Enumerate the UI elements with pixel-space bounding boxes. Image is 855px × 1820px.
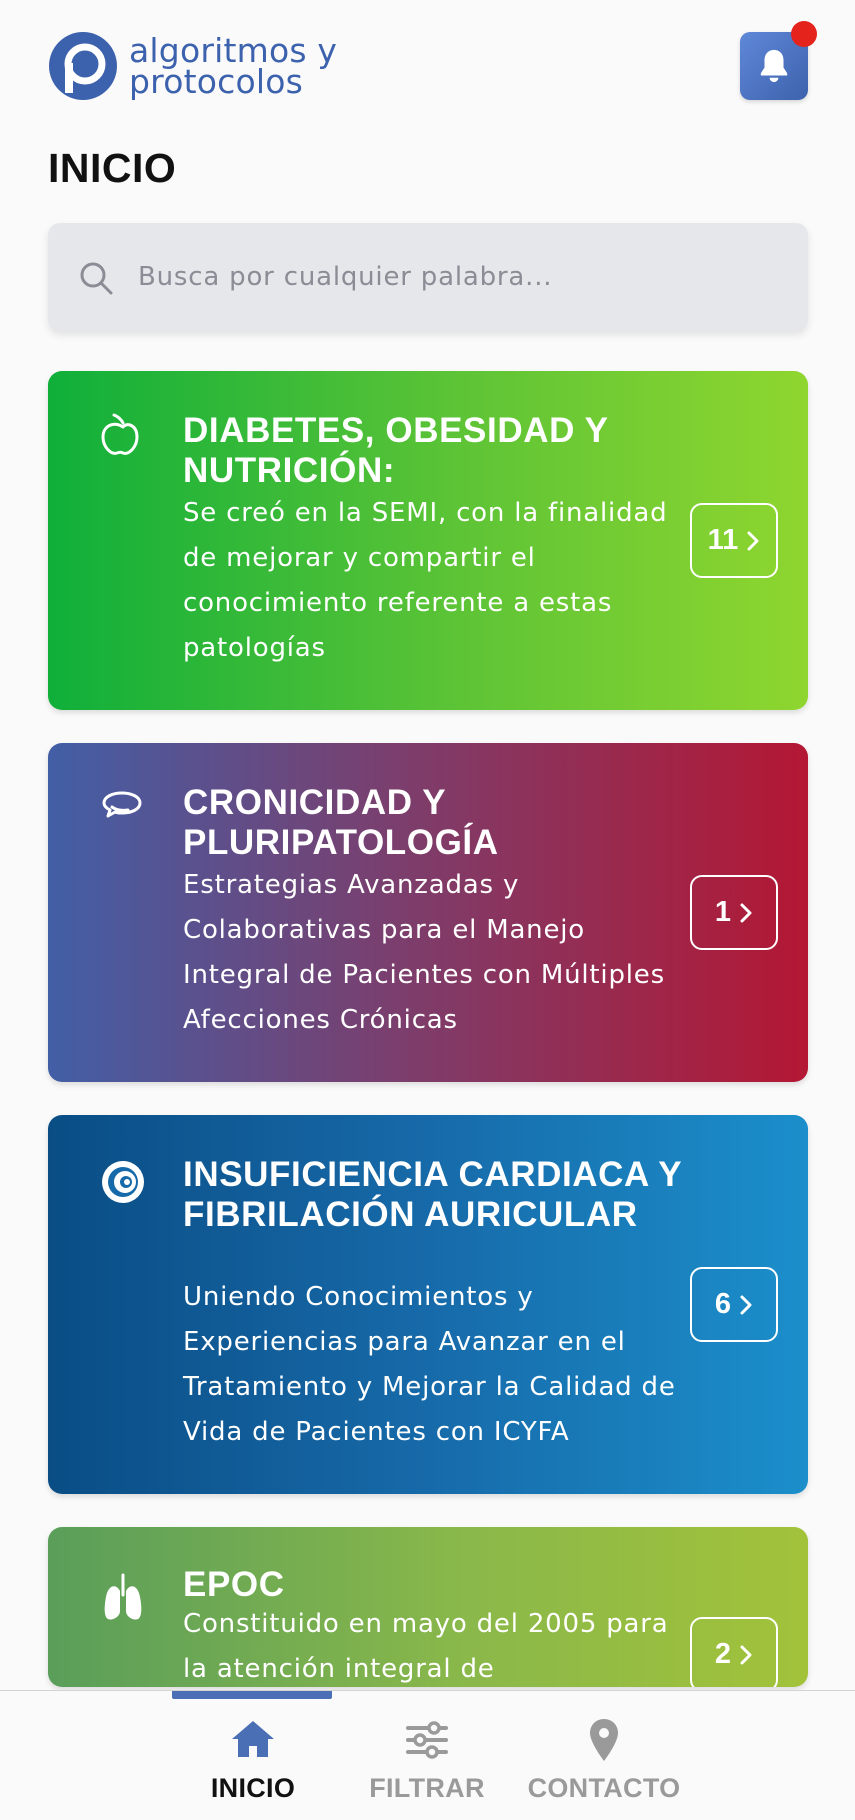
category-card-diabetes[interactable]: DIABETES, OBESIDAD Y NUTRICIÓN: Se creó … [48,371,808,710]
nav-label: INICIO [210,1773,296,1803]
app-logo[interactable]: algoritmos y protocolos [47,30,337,102]
spiral-icon [102,1161,144,1203]
location-pin-icon [590,1719,618,1761]
search-bar[interactable] [48,223,808,331]
logo-line-2: protocolos [129,62,303,101]
card-count-button[interactable]: 2 [690,1617,778,1687]
card-count-button[interactable]: 1 [690,875,778,950]
card-description: Se creó en la SEMI, con la finalidad de … [183,498,668,663]
logo-text: algoritmos y protocolos [129,34,337,101]
category-card-epoc[interactable]: EPOC Constituido en mayo del 2005 para l… [48,1527,808,1687]
card-description: Constituido en mayo del 2005 para la ate… [183,1609,669,1684]
app-screen: algoritmos y protocolos INICIO DIABETES,… [0,0,855,1820]
search-icon [80,262,113,295]
logo-p-icon [49,32,117,100]
card-title: CRONICIDAD Y PLURIPATOLOGÍA [183,783,499,862]
active-tab-indicator [172,1691,332,1699]
chevron-right-icon [740,1295,752,1314]
nav-item-inicio[interactable]: INICIO [205,1715,301,1805]
notification-badge [791,21,817,47]
home-icon [232,1721,274,1757]
nav-item-filtrar[interactable]: FILTRAR [368,1715,486,1805]
card-count: 1 [714,896,732,928]
nav-item-contacto[interactable]: CONTACTO [528,1715,680,1805]
chevron-right-icon [747,531,759,550]
chevron-right-icon [740,903,752,922]
app-header: algoritmos y protocolos [0,0,855,130]
card-description: Uniendo Conocimientos y Experiencias par… [183,1282,676,1447]
card-description: Estrategias Avanzadas y Colaborativas pa… [183,870,665,1035]
card-title: INSUFICIENCIA CARDIACA Y FIBRILACIÓN AUR… [183,1155,682,1234]
search-input[interactable] [138,253,778,301]
bell-icon [760,49,788,83]
card-count: 11 [707,524,739,556]
nav-label: FILTRAR [369,1773,485,1803]
apple-icon [101,413,139,455]
nav-label: CONTACTO [527,1773,681,1803]
category-card-insuficiencia-cardiaca[interactable]: INSUFICIENCIA CARDIACA Y FIBRILACIÓN AUR… [48,1115,808,1494]
page-title: INICIO [48,145,177,191]
card-count-button[interactable]: 11 [690,503,778,578]
bottom-navigation: INICIO FILTRAR CONTACTO [0,1690,855,1820]
card-title: DIABETES, OBESIDAD Y NUTRICIÓN: [183,411,608,490]
card-count: 6 [714,1288,732,1320]
notifications-button[interactable] [740,21,817,100]
sliders-icon [406,1721,448,1759]
lungs-icon [104,1573,142,1620]
card-count-button[interactable]: 6 [690,1267,778,1342]
chat-bubbles-icon [102,791,142,818]
card-count: 2 [714,1638,732,1670]
card-title: EPOC [183,1565,285,1604]
category-card-cronicidad[interactable]: CRONICIDAD Y PLURIPATOLOGÍA Estrategias … [48,743,808,1082]
chevron-right-icon [740,1645,752,1664]
